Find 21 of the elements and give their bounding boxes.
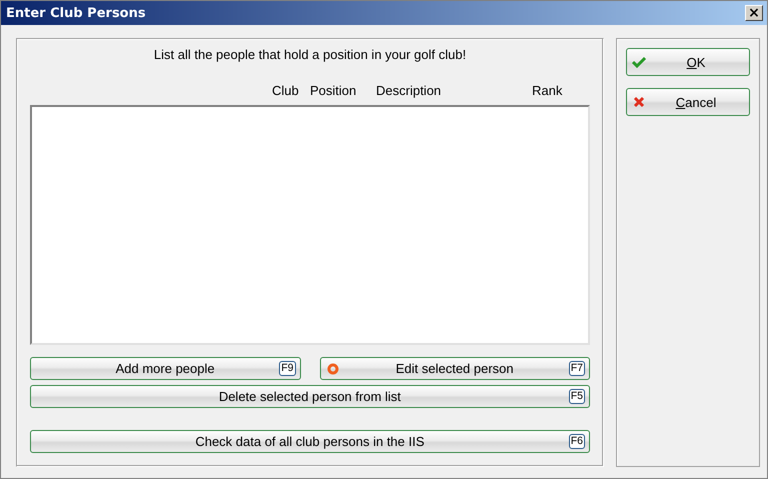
action-button[interactable]: Delete selected person from list F5 <box>30 385 590 408</box>
dialog-button[interactable]: Cancel <box>626 88 750 116</box>
shortcut-key-badge: F5 <box>568 389 585 404</box>
instruction-text: List all the people that hold a position in your golf club! <box>152 47 468 63</box>
action-button[interactable]: Edit selected person F7 <box>320 357 590 380</box>
cross-icon <box>633 96 645 108</box>
dialog-button[interactable]: OK <box>626 48 750 76</box>
shortcut-key-badge: F6 <box>568 434 585 449</box>
person-list[interactable] <box>30 105 590 345</box>
close-button[interactable]: × <box>745 5 763 21</box>
shortcut-key-badge: F7 <box>568 361 585 376</box>
ring-icon <box>326 362 338 374</box>
shortcut-key-badge: F9 <box>279 361 296 376</box>
column-header: Rank <box>532 83 562 99</box>
column-header: Club <box>272 83 300 99</box>
check-icon <box>632 56 646 68</box>
window-title: Enter Club Persons <box>6 6 146 20</box>
action-button[interactable]: Add more people F9 <box>30 357 300 380</box>
column-header: Description <box>376 83 442 99</box>
column-header: Position <box>310 83 358 99</box>
action-button[interactable]: Check data of all club persons in the IIS F6 <box>30 430 590 453</box>
